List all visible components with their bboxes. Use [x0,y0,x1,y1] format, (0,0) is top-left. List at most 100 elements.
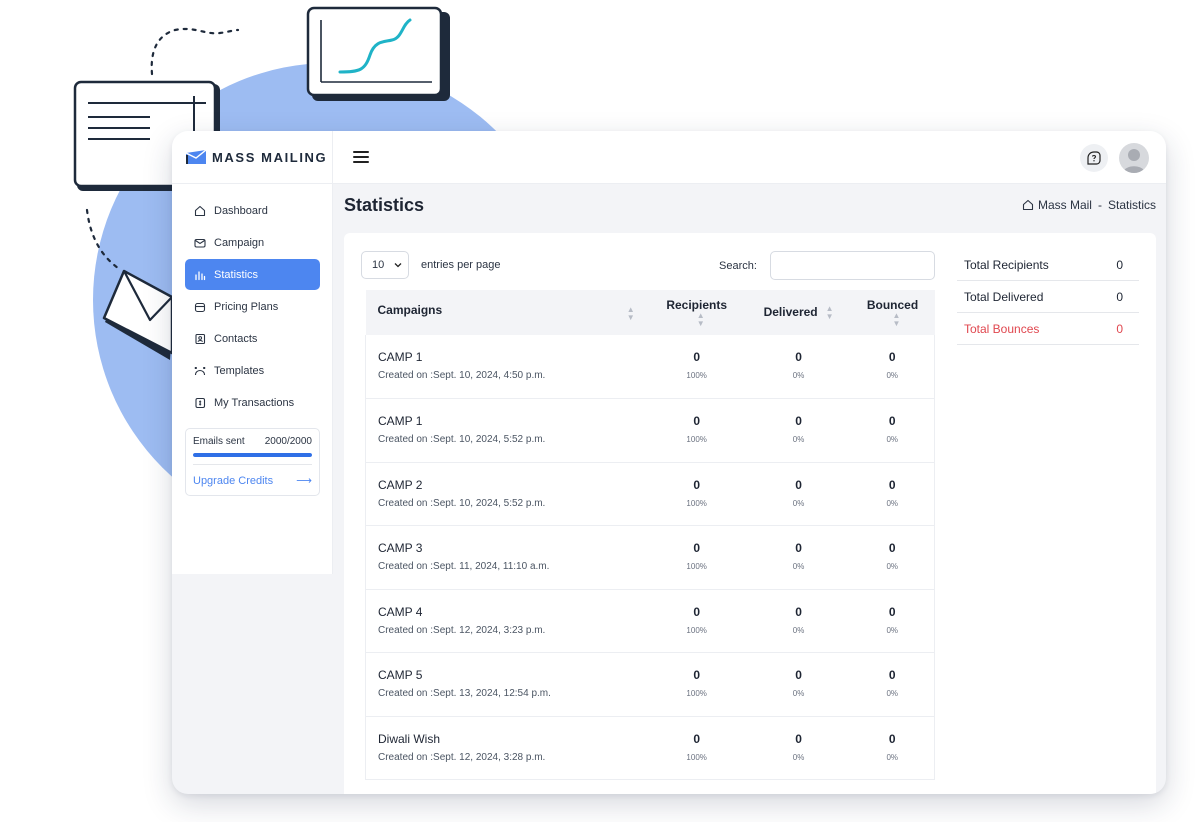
bounced-cell: 0 0% [850,335,935,399]
sidebar-item-my-transactions[interactable]: My Transactions [185,387,320,418]
delivered-value: 0 [795,668,802,682]
bounced-value: 0 [888,604,896,619]
recipients-value: 0 [693,414,700,428]
recipients-value: 0 [693,731,700,746]
table-row[interactable]: CAMP 2 Created on :Sept. 10, 2024, 5:52 p… [365,462,935,526]
campaign-cell: CAMP 5 Created on :Sept. 13, 2024, 12:54 … [365,652,647,717]
column-header-recipients[interactable]: Recipients▲ ▼ [646,290,747,335]
table-row[interactable]: Diwali Wish Created on :Sept. 12, 2024, 3… [365,716,935,780]
sidebar-item-dashboard[interactable]: Dashboard [185,195,320,226]
stage: MASS MAILING Dashboard Campaign Statisti… [0,0,1200,822]
bounced-percent: 0% [886,435,899,444]
wallet-icon [194,302,206,312]
breadcrumb-separator: - [1097,198,1102,212]
campaign-name: CAMP 5 [378,668,423,682]
campaign-name: CAMP 1 [378,350,423,364]
column-header-bounced[interactable]: Bounced▲ ▼ [850,290,935,335]
top-bar [333,131,1166,184]
sort-icon: ▲ ▼ [825,303,834,321]
table-row[interactable]: CAMP 4 Created on :Sept. 12, 2024, 3:23 p… [365,589,935,653]
avatar[interactable] [1119,143,1149,173]
mail-icon [194,238,206,248]
sidebar-item-templates[interactable]: Templates [185,355,320,386]
app-window: MASS MAILING Dashboard Campaign Statisti… [172,131,1166,794]
delivered-percent: 0% [792,371,805,380]
sidebar-item-statistics[interactable]: Statistics [185,259,320,290]
sort-icon: ▲ ▼ [892,310,901,328]
total-value: 0 [1116,257,1123,272]
home-icon [194,205,206,216]
table-row[interactable]: CAMP 3 Created on :Sept. 11, 2024, 11:10 … [365,525,935,590]
decor-chart-card [306,6,450,101]
campaign-created: Created on :Sept. 12, 2024, 3:23 p.m. [378,624,546,636]
home-icon [1022,199,1034,211]
sort-icon: ▲ ▼ [626,305,635,322]
sidebar-item-label: Campaign [214,236,265,249]
sidebar-nav: Dashboard Campaign Statistics Pricing Pl… [172,184,332,418]
sidebar-item-label: Pricing Plans [214,300,279,313]
bounced-percent: 0% [886,689,899,698]
entries-per-page-select[interactable]: 10 [361,251,409,279]
campaign-name: Diwali Wish [378,731,441,746]
sidebar-item-pricing-plans[interactable]: Pricing Plans [185,291,320,322]
delivered-percent: 0% [792,689,805,698]
breadcrumb-root[interactable]: Mass Mail [1038,198,1092,212]
campaign-cell: CAMP 2 Created on :Sept. 10, 2024, 5:52 p… [365,462,647,526]
campaign-created: Created on :Sept. 10, 2024, 5:52 p.m. [378,434,546,445]
recipients-cell: 0 100% [646,398,747,463]
column-header-campaigns[interactable]: Campaigns ▲ ▼ [365,290,647,335]
total-delivered-row: Total Delivered 0 [957,281,1139,313]
upgrade-credits-link[interactable]: Upgrade Credits ⟶ [193,474,312,488]
recipients-cell: 0 100% [646,525,747,590]
table-row[interactable]: CAMP 1 Created on :Sept. 10, 2024, 4:50 p… [365,335,935,399]
column-header-delivered[interactable]: Delivered ▲ ▼ [746,290,851,335]
delivered-cell: 0 0% [746,525,851,590]
total-label: Total Delivered [964,289,1044,304]
delivered-value: 0 [795,731,802,746]
user-avatar-icon [1123,149,1145,173]
campaign-created: Created on :Sept. 13, 2024, 12:54 p.m. [378,688,551,699]
search-control: Search: [719,251,935,280]
credits-progress-fill [193,453,312,457]
sidebar-item-label: Templates [214,364,265,377]
bounced-value: 0 [888,350,896,364]
credits-value: 2000/2000 [264,436,312,447]
decor-dotted-line [150,27,240,76]
bounced-value: 0 [888,414,896,428]
campaign-name: CAMP 3 [378,541,423,555]
search-label: Search: [719,259,757,272]
hamburger-menu-icon[interactable] [353,151,369,163]
sidebar-item-label: Statistics [214,268,259,281]
recipients-value: 0 [693,668,700,682]
template-icon [194,366,206,375]
search-input[interactable] [769,251,935,280]
recipients-value: 0 [693,477,700,492]
campaign-created: Created on :Sept. 10, 2024, 5:52 p.m. [378,497,546,509]
sidebar: MASS MAILING Dashboard Campaign Statisti… [172,131,333,574]
bounced-cell: 0 0% [850,652,935,717]
brand-name: MASS MAILING [212,149,328,165]
bounced-value: 0 [888,477,896,492]
recipients-percent: 100% [686,435,707,444]
table-row[interactable]: CAMP 5 Created on :Sept. 13, 2024, 12:54 … [365,652,935,717]
bounced-cell: 0 0% [850,716,935,780]
delivered-percent: 0% [792,752,805,762]
bounced-percent: 0% [886,562,899,571]
recipients-cell: 0 100% [646,335,747,399]
delivered-value: 0 [795,414,802,428]
sidebar-item-contacts[interactable]: Contacts [185,323,320,354]
bounced-value: 0 [888,731,896,746]
recipients-percent: 100% [686,752,707,762]
total-recipients-row: Total Recipients 0 [957,249,1139,281]
brand-logo-icon [186,150,206,164]
total-value: 0 [1116,321,1123,336]
delivered-cell: 0 0% [746,652,851,717]
sidebar-item-campaign[interactable]: Campaign [185,227,320,258]
table-row[interactable]: CAMP 1 Created on :Sept. 10, 2024, 5:52 p… [365,398,935,463]
campaign-cell: CAMP 4 Created on :Sept. 12, 2024, 3:23 p… [365,589,647,653]
delivered-value: 0 [795,477,802,492]
help-button[interactable] [1080,144,1108,172]
total-label: Total Bounces [964,321,1040,336]
sidebar-item-label: Dashboard [214,204,268,217]
arrow-right-icon: ⟶ [296,475,312,487]
